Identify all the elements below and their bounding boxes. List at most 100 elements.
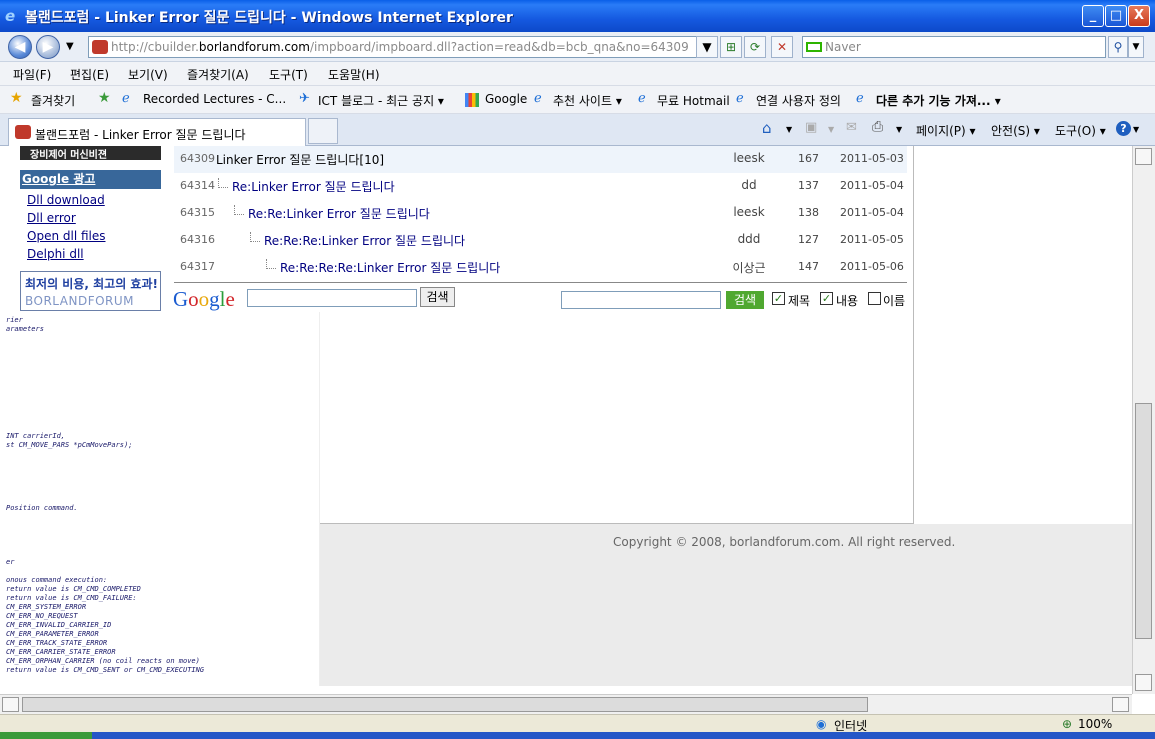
fav-recorded-lectures[interactable]: Recorded Lectures - C... (143, 92, 286, 106)
search-box[interactable]: Naver (802, 36, 1106, 58)
start-button[interactable] (0, 732, 92, 739)
minimize-button[interactable]: _ (1082, 5, 1104, 27)
print-icon[interactable]: ⎙ (872, 119, 883, 135)
code-line: return value is CM_CMD_FAILURE: (6, 594, 137, 602)
board-search-input[interactable] (561, 291, 721, 309)
fav-ict-blog[interactable]: ICT 블로그 - 최근 공지 ▾ (318, 92, 444, 109)
favorites-button[interactable]: 즐겨찾기 (31, 92, 75, 109)
menu-view[interactable]: 보기(V) (128, 66, 168, 83)
post-hits: 137 (798, 179, 819, 192)
code-line: Position command. (6, 504, 78, 512)
scroll-up-button[interactable] (1135, 148, 1152, 165)
menu-favorites[interactable]: 즐겨찾기(A) (187, 66, 249, 83)
page-menu[interactable]: 페이지(P) ▾ (916, 122, 976, 139)
checkbox-title-label: 제목 (788, 294, 811, 308)
address-bar[interactable]: http://cbuilder.borlandforum.com/impboar… (88, 36, 716, 58)
post-author[interactable]: leesk (709, 151, 789, 165)
close-button[interactable]: X (1128, 5, 1150, 27)
post-author[interactable]: leesk (709, 205, 789, 219)
code-line: CM_ERR_NO_REQUEST (6, 612, 78, 620)
post-subject-link[interactable]: Re:Re:Linker Error 질문 드립니다 (248, 205, 430, 222)
list-divider (174, 282, 907, 283)
compatibility-view-button[interactable]: ⊞ (720, 36, 742, 58)
forward-button[interactable]: ▶ (36, 35, 60, 59)
menu-help[interactable]: 도움말(H) (328, 66, 380, 83)
post-author[interactable]: dd (709, 178, 789, 192)
table-row[interactable]: 64314 Re:Linker Error 질문 드립니다 dd 137 2011-05… (174, 173, 907, 200)
fav-google[interactable]: Google (485, 92, 527, 106)
table-row[interactable]: 64316 Re:Re:Re:Linker Error 질문 드립니다 ddd 127… (174, 227, 907, 254)
google-search-button[interactable]: 검색 (420, 287, 455, 307)
search-options-button[interactable]: ▼ (1128, 36, 1144, 58)
fav-suggested-sites[interactable]: 추천 사이트 ▾ (553, 92, 622, 109)
window-title: 볼랜드포럼 - Linker Error 질문 드립니다 - Windows I… (25, 10, 513, 26)
help-dropdown-icon[interactable]: ▼ (1133, 125, 1139, 134)
print-dropdown-icon[interactable]: ▼ (896, 125, 902, 134)
feeds-dropdown-icon[interactable]: ▼ (828, 125, 834, 134)
equipment-banner[interactable]: 장비제어 머신비젼 (20, 146, 161, 161)
add-favorite-icon[interactable]: ★ (98, 90, 112, 106)
post-number: 64309 (180, 152, 215, 165)
table-row[interactable]: 64309 Linker Error 질문 드립니다[10] leesk 167 201… (174, 146, 907, 173)
horizontal-scrollbar[interactable] (0, 694, 1132, 714)
status-bar: ◉ 인터넷 ⊕ 100% (0, 714, 1155, 733)
feeds-icon[interactable]: ▣ (805, 120, 817, 135)
ad-link-open-dll[interactable]: Open dll files (27, 229, 106, 243)
stop-button[interactable]: ✕ (771, 36, 793, 58)
page-content: 장비제어 머신비젼 Google 광고 Dll download Dll err… (0, 146, 1132, 694)
post-subject-link[interactable]: Linker Error 질문 드립니다[10] (216, 151, 384, 168)
address-dropdown-button[interactable]: ▼ (696, 36, 718, 58)
refresh-button[interactable]: ⟳ (744, 36, 766, 58)
post-date: 2011-05-05 (840, 233, 904, 246)
checkbox-content[interactable]: ✓ (820, 292, 833, 305)
post-subject-link[interactable]: Re:Linker Error 질문 드립니다 (232, 178, 395, 195)
zoom-icon[interactable]: ⊕ (1062, 717, 1072, 731)
mail-icon[interactable]: ✉ (846, 120, 857, 135)
fav-customize-links[interactable]: 연결 사용자 정의 (756, 92, 841, 109)
ad-link-delphi-dll[interactable]: Delphi dll (27, 247, 84, 261)
ad-link-dll-error[interactable]: Dll error (27, 211, 76, 225)
post-subject-link[interactable]: Re:Re:Re:Re:Linker Error 질문 드립니다 (280, 259, 500, 276)
post-hits: 147 (798, 260, 819, 273)
help-icon[interactable]: ? (1116, 121, 1131, 136)
ict-blog-icon: ✈ (299, 91, 310, 106)
table-row[interactable]: 64317 Re:Re:Re:Re:Linker Error 질문 드립니다 이상근… (174, 254, 907, 281)
menu-edit[interactable]: 편집(E) (70, 66, 109, 83)
code-line: CM_ERR_SYSTEM_ERROR (6, 603, 87, 611)
banner-slogan: 최저의 비용, 최고의 효과! (25, 277, 158, 291)
board-search-button[interactable]: 검색 (726, 291, 764, 309)
checkbox-name[interactable] (868, 292, 881, 305)
maximize-button[interactable]: □ (1105, 5, 1127, 27)
tab-current[interactable]: 볼랜드포럼 - Linker Error 질문 드립니다 (8, 118, 306, 146)
scroll-right-button[interactable] (1112, 697, 1129, 712)
fav-more-addons[interactable]: 다른 추가 기능 가져... ▾ (876, 92, 1001, 109)
scroll-left-button[interactable] (2, 697, 19, 712)
google-search-input[interactable] (247, 289, 417, 307)
post-author[interactable]: 이상근 (709, 259, 789, 276)
post-subject-link[interactable]: Re:Re:Re:Linker Error 질문 드립니다 (264, 232, 465, 249)
borlandforum-banner[interactable]: 최저의 비용, 최고의 효과! BORLANDFORUM (20, 271, 161, 311)
fav-hotmail[interactable]: 무료 Hotmail (657, 92, 730, 109)
history-dropdown-icon[interactable]: ▼ (66, 41, 74, 52)
home-icon[interactable]: ⌂ (762, 119, 772, 137)
scroll-down-button[interactable] (1135, 674, 1152, 691)
google-ads-heading[interactable]: Google 광고 (20, 170, 161, 189)
tools-menu[interactable]: 도구(O) ▾ (1055, 122, 1106, 139)
back-button[interactable]: ◀ (8, 35, 32, 59)
post-number: 64315 (180, 206, 215, 219)
safety-menu[interactable]: 안전(S) ▾ (991, 122, 1040, 139)
menu-tools[interactable]: 도구(T) (269, 66, 308, 83)
horizontal-scroll-thumb[interactable] (22, 697, 868, 712)
table-row[interactable]: 64315 Re:Re:Linker Error 질문 드립니다 leesk 138 2… (174, 200, 907, 227)
search-button[interactable]: ⚲ (1108, 36, 1128, 58)
ad-link-dll-download[interactable]: Dll download (27, 193, 105, 207)
menu-file[interactable]: 파일(F) (13, 66, 51, 83)
home-dropdown-icon[interactable]: ▼ (786, 125, 792, 134)
zoom-level[interactable]: 100% (1078, 717, 1112, 731)
vertical-scroll-thumb[interactable] (1135, 403, 1152, 639)
taskbar (0, 732, 1155, 739)
vertical-scrollbar[interactable] (1132, 146, 1155, 694)
new-tab-button[interactable] (308, 118, 338, 144)
checkbox-title[interactable]: ✓ (772, 292, 785, 305)
post-author[interactable]: ddd (709, 232, 789, 246)
